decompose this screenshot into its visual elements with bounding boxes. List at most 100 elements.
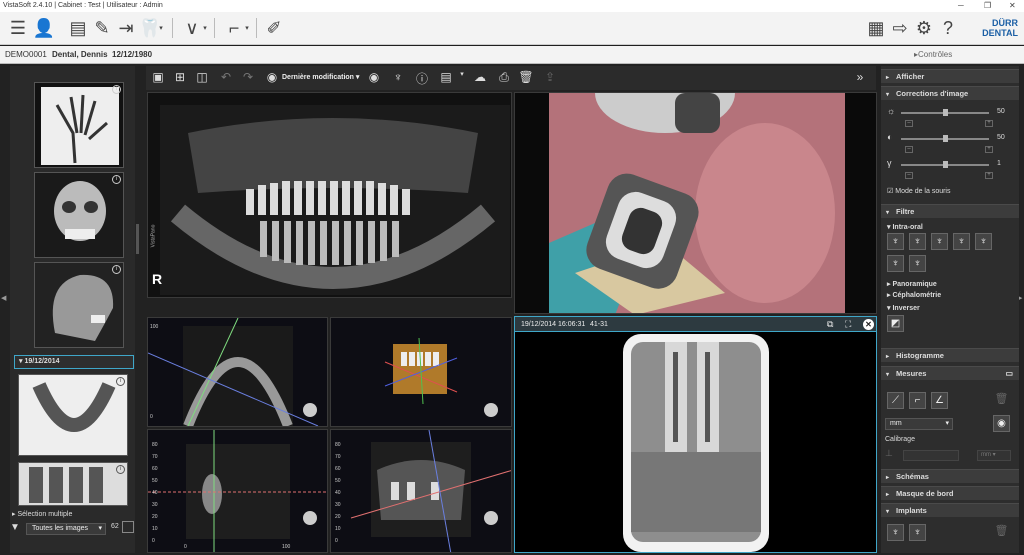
info-icon[interactable]: i: [112, 85, 121, 94]
filter-tooth-2[interactable]: ♆: [909, 233, 926, 250]
minimize-icon[interactable]: ─: [958, 0, 964, 12]
chevron-down-icon[interactable]: ▾: [156, 16, 166, 40]
gear-icon[interactable]: ⚙: [912, 16, 936, 40]
info-icon[interactable]: i: [112, 175, 121, 184]
close-icon[interactable]: ✕: [1009, 0, 1016, 12]
info-icon[interactable]: i: [116, 377, 125, 386]
xray-viewer[interactable]: 19/12/2014 16:06:31 41-31 ⧉ ⛶ ✕: [514, 316, 877, 553]
help-icon[interactable]: ?: [936, 16, 960, 40]
patient-edit-icon[interactable]: ✎: [90, 16, 114, 40]
intraoral-camera-viewer[interactable]: [514, 92, 877, 314]
print-icon[interactable]: ⎙: [496, 70, 512, 86]
expand-panel-icon[interactable]: »: [852, 70, 868, 86]
visibility-toggle-icon[interactable]: ◉: [993, 415, 1010, 432]
ct-view-3d[interactable]: [330, 317, 512, 427]
filter-tooth-1[interactable]: ♆: [887, 233, 904, 250]
patient-card-icon[interactable]: ▤: [66, 16, 90, 40]
invert-button[interactable]: ◩: [887, 315, 904, 332]
inverser-toggle[interactable]: ▾ Inverser: [887, 304, 920, 312]
thumbnail-skull-side[interactable]: i: [34, 262, 124, 348]
patient-list-icon[interactable]: ☰: [6, 16, 30, 40]
cephalometrie-toggle[interactable]: ▸ Céphalométrie: [887, 291, 941, 299]
slider-knob[interactable]: [943, 135, 948, 142]
section-afficher[interactable]: ▸ Afficher: [881, 69, 1019, 83]
redo-icon[interactable]: ↷: [240, 70, 256, 86]
brightness-increase[interactable]: +: [985, 120, 993, 127]
contrast-slider[interactable]: [901, 135, 989, 142]
fullscreen-icon[interactable]: ⛶: [845, 317, 851, 332]
panoramique-toggle[interactable]: ▸ Panoramique: [887, 280, 937, 288]
gamma-slider[interactable]: [901, 161, 989, 168]
info-icon[interactable]: ⓘ: [414, 70, 430, 86]
visibility-icon[interactable]: ◉: [366, 70, 382, 86]
device-list-icon[interactable]: ▦: [864, 16, 888, 40]
measure-angle-button[interactable]: ∠: [931, 392, 948, 409]
brightness-slider[interactable]: [901, 109, 989, 116]
filter-icon[interactable]: ▼: [10, 522, 24, 536]
filter-tooth-7[interactable]: ♆: [909, 255, 926, 272]
document-icon[interactable]: ▤: [438, 70, 454, 86]
thumbnail-hand-xray[interactable]: i: [34, 82, 124, 168]
contrast-increase[interactable]: +: [985, 146, 993, 153]
section-histogramme[interactable]: ▸ Histogramme: [881, 348, 1019, 362]
section-mesures[interactable]: ▾ Mesures ▭: [881, 366, 1019, 380]
screenshot-icon[interactable]: ▣: [150, 70, 166, 86]
collapse-left-icon[interactable]: ◀: [1, 294, 6, 302]
thumbnail-occlusal[interactable]: i: [18, 374, 128, 456]
section-masque[interactable]: ▸ Masque de bord: [881, 486, 1019, 500]
measure-polyline-button[interactable]: ⌐: [909, 392, 926, 409]
mouse-mode-checkbox[interactable]: ☑ Mode de la souris: [887, 187, 951, 195]
gamma-increase[interactable]: +: [985, 172, 993, 179]
logout-icon[interactable]: ⇨: [888, 16, 912, 40]
trash-icon[interactable]: 🗑: [518, 70, 534, 86]
cloud-upload-icon[interactable]: ☁: [472, 70, 488, 86]
slider-knob[interactable]: [943, 161, 948, 168]
thumbnail-skull-front[interactable]: i: [34, 172, 124, 258]
section-corrections[interactable]: ▾ Corrections d'image: [881, 86, 1019, 100]
pen-icon[interactable]: ✐: [262, 16, 286, 40]
patient-icon[interactable]: 👤: [32, 16, 56, 40]
implant-button-1[interactable]: ♆: [887, 524, 904, 541]
sort-dropdown[interactable]: Dernière modification ▾: [282, 73, 359, 81]
info-icon[interactable]: i: [112, 265, 121, 274]
filter-tooth-4[interactable]: ♆: [953, 233, 970, 250]
filter-tooth-3[interactable]: ♆: [931, 233, 948, 250]
thumbnail-bitewing[interactable]: i: [18, 462, 128, 506]
ct-view-coronal[interactable]: 80 70 60 50 40 30 20 10 0 0 100: [147, 429, 328, 553]
section-implants[interactable]: ▾ Implants: [881, 503, 1019, 517]
unit-select[interactable]: mm ▾: [885, 418, 953, 430]
contrast-decrease[interactable]: –: [905, 146, 913, 153]
chevron-down-icon[interactable]: ▾: [242, 16, 252, 40]
section-schemas[interactable]: ▸ Schémas: [881, 469, 1019, 483]
date-group-header[interactable]: ▾ 19/12/2014: [14, 355, 134, 369]
maximize-icon[interactable]: ❐: [984, 0, 991, 12]
eye-icon[interactable]: ◉: [264, 70, 280, 86]
export-icon[interactable]: ⇪: [542, 70, 558, 86]
patient-export-icon[interactable]: ⇥: [114, 16, 138, 40]
filter-tooth-6[interactable]: ♆: [887, 255, 904, 272]
chevron-down-icon[interactable]: ▾: [200, 16, 210, 40]
chevron-down-icon[interactable]: ▾: [454, 70, 470, 86]
slider-knob[interactable]: [943, 109, 948, 116]
layout-grid-icon[interactable]: ⊞: [172, 70, 188, 86]
controls-due-link[interactable]: ▸ Contrôles à échéance: [914, 46, 953, 95]
gamma-decrease[interactable]: –: [905, 172, 913, 179]
close-viewer-icon[interactable]: ✕: [863, 319, 874, 330]
ct-view-axial[interactable]: 100 0: [147, 317, 328, 427]
info-icon[interactable]: i: [116, 465, 125, 474]
ct-view-sagittal[interactable]: 80 70 60 50 40 30 20 10 0: [330, 429, 512, 553]
brightness-decrease[interactable]: –: [905, 120, 913, 127]
calibration-unit-select[interactable]: mm ▾: [977, 450, 1011, 461]
calibrate-icon[interactable]: ⊥: [885, 448, 899, 462]
calibration-input[interactable]: [903, 450, 959, 461]
select-all-checkbox[interactable]: [122, 521, 134, 533]
trash-icon[interactable]: 🗑: [993, 524, 1010, 541]
ruler-icon[interactable]: ▭: [1005, 367, 1013, 381]
measure-length-button[interactable]: ⟋: [887, 392, 904, 409]
filter-select[interactable]: Toutes les images ▾: [26, 523, 106, 535]
panoramic-viewer[interactable]: R VistaPano: [147, 92, 512, 298]
section-filtre[interactable]: ▾ Filtre: [881, 204, 1019, 218]
filter-tooth-5[interactable]: ♆: [975, 233, 992, 250]
trash-icon[interactable]: 🗑: [993, 392, 1010, 409]
undo-icon[interactable]: ↶: [218, 70, 234, 86]
